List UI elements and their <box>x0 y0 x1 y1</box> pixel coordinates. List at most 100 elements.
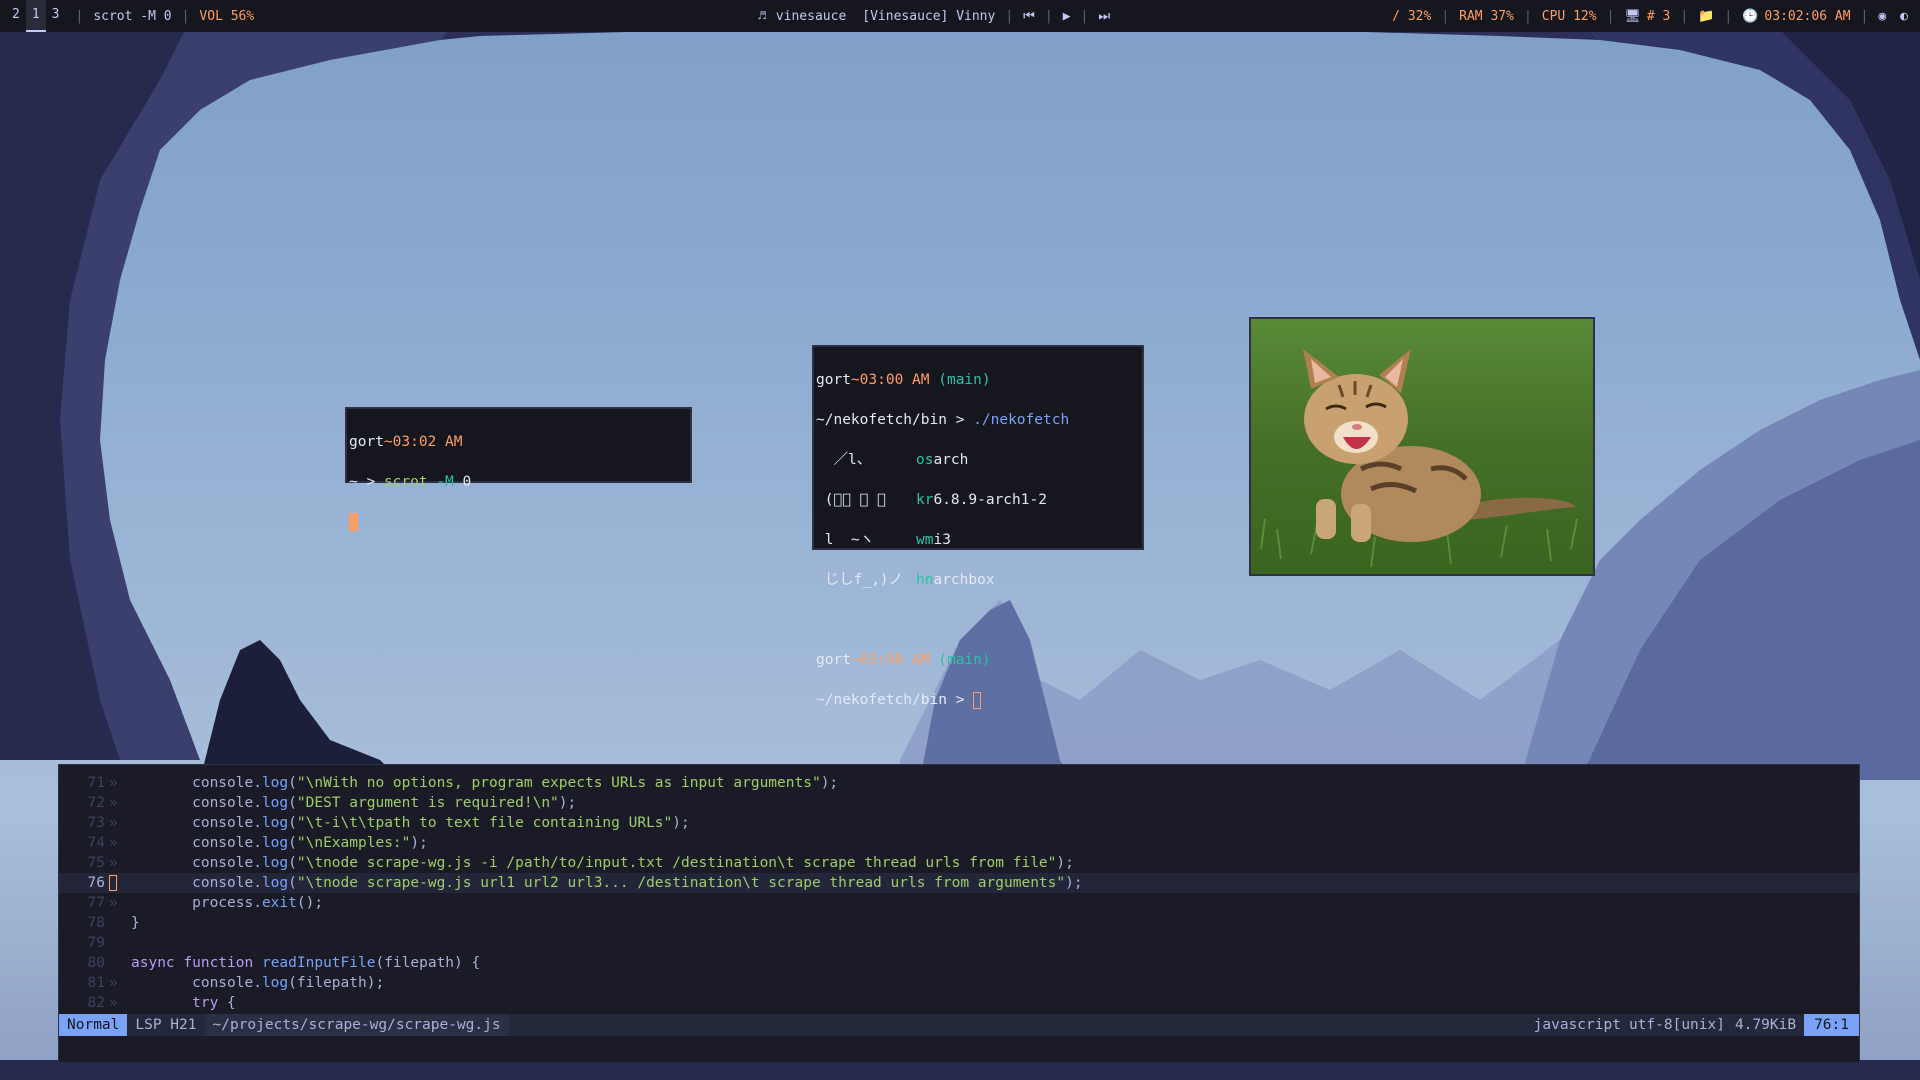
tab-marker: » <box>109 895 118 911</box>
code-line[interactable]: 77» process.exit(); <box>59 893 1859 913</box>
prompt-time: ~03:00 AM <box>850 652 930 668</box>
line-number: 81 <box>87 975 105 991</box>
code-line[interactable]: 81» console.log(filepath); <box>59 973 1859 993</box>
prompt-symbol: > <box>366 474 376 490</box>
code-line[interactable]: 72» console.log("DEST argument is requir… <box>59 793 1859 813</box>
monitor-icon: 🖥 <box>1624 8 1641 24</box>
previous-icon[interactable]: ⏮ <box>1023 9 1035 24</box>
prompt-symbol: > <box>955 412 965 428</box>
tab-marker: » <box>109 835 118 851</box>
clock-icon: 🕒 <box>1742 8 1759 24</box>
separator: | <box>1860 8 1869 24</box>
code-line[interactable]: 71» console.log("\nWith no options, prog… <box>59 773 1859 793</box>
terminal-cursor <box>973 691 982 709</box>
info-key: kr <box>916 492 934 508</box>
info-value: i3 <box>933 532 951 548</box>
separator: | <box>1680 8 1689 24</box>
code-line-current[interactable]: 76 console.log("\tnode scrape-wg.js url1… <box>59 873 1859 893</box>
code-editor[interactable]: 71» console.log("\nWith no options, prog… <box>58 764 1860 1062</box>
workspace-1[interactable]: 1 <box>25 0 46 32</box>
ascii-cat-line: (ﾟ､ ｡ ７ <box>816 492 886 508</box>
folder-icon[interactable]: 📁 <box>1698 9 1714 24</box>
file-encoding: utf-8[unix] <box>1628 1017 1725 1033</box>
tab-marker: » <box>109 815 118 831</box>
tab-marker: » <box>109 775 118 791</box>
clock: 03:02:06 AM <box>1764 8 1851 24</box>
prompt-user: gort <box>816 372 851 388</box>
workspace-2[interactable]: 2 <box>6 0 26 32</box>
separator: | <box>1606 8 1615 24</box>
steam-icon[interactable]: ◐ <box>1900 9 1908 24</box>
line-number: 77 <box>87 895 105 911</box>
command-name: scrot <box>383 474 428 490</box>
separator: | <box>1441 8 1450 24</box>
kitten-photo <box>1251 319 1593 574</box>
discord-icon[interactable]: ◉ <box>1878 9 1886 24</box>
cursor-position: 76:1 <box>1804 1014 1859 1036</box>
command-line[interactable] <box>59 1036 1859 1062</box>
info-value: arch <box>933 452 969 468</box>
cpu-usage: CPU 12% <box>1541 8 1597 24</box>
play-icon[interactable]: ▶ <box>1063 9 1071 24</box>
code-line[interactable]: 73» console.log("\t-i\t\tpath to text fi… <box>59 813 1859 833</box>
terminal-nekofetch[interactable]: gort~03:00 AM (main) ~/nekofetch/bin > .… <box>812 345 1144 709</box>
terminal-scrot[interactable]: gort~03:02 AM ~ > scrot -M 0 <box>345 407 692 531</box>
nekofetch-row: じしf_,)ノ hn archbox <box>816 570 1140 590</box>
code-line[interactable]: 78} <box>59 913 1859 933</box>
line-number: 79 <box>87 935 105 951</box>
code-line[interactable]: 75» console.log("\tnode scrape-wg.js -i … <box>59 853 1859 873</box>
command-flag: -M <box>436 474 454 490</box>
nekofetch-row: l ~ヽ wm i3 <box>816 530 1140 550</box>
separator: | <box>1724 8 1733 24</box>
vim-mode-indicator: Normal <box>59 1014 128 1036</box>
media-track-title: [Vinesauce] Vinny <box>862 8 996 24</box>
media-app-name: vinesauce <box>775 8 847 24</box>
file-path: ~/projects/scrape-wg/scrape-wg.js <box>204 1014 509 1036</box>
disk-usage: / 32% <box>1392 8 1432 24</box>
tab-marker: » <box>109 995 118 1011</box>
code-line[interactable]: 79 <box>59 933 1859 953</box>
code-line[interactable]: 82» try { <box>59 993 1859 1013</box>
code-line[interactable]: 80 async function readInputFile(filepath)… <box>59 953 1859 973</box>
next-icon[interactable]: ⏭ <box>1098 9 1110 24</box>
prompt-symbol: > <box>955 692 965 708</box>
git-branch: (main) <box>938 372 991 388</box>
separator: | <box>1080 8 1089 24</box>
editor-buffer[interactable]: 71» console.log("\nWith no options, prog… <box>59 773 1859 1013</box>
cursor-marker <box>109 873 121 893</box>
line-number: 75 <box>87 855 105 871</box>
code-line[interactable]: 74» console.log("\nExamples:"); <box>59 833 1859 853</box>
volume-indicator[interactable]: VOL 56% <box>199 9 254 24</box>
editor-statusline: Normal LSP H21 ~/projects/scrape-wg/scra… <box>59 1014 1859 1036</box>
workspace-3[interactable]: 3 <box>46 0 66 32</box>
prompt-cwd: ~/nekofetch/bin <box>816 412 947 428</box>
foreground-rock <box>200 640 400 780</box>
nekofetch-row: (ﾟ､ ｡ ７ kr 6.8.9-arch1-2 <box>816 490 1140 510</box>
info-key: os <box>916 452 934 468</box>
focused-window-title: scrot -M 0 <box>93 8 172 24</box>
separator: | <box>75 8 84 24</box>
lsp-status: LSP H21 <box>135 1017 197 1033</box>
prompt-user: gort <box>349 434 384 450</box>
prompt-time: ~03:00 AM <box>850 372 930 388</box>
line-number: 76 <box>87 875 105 891</box>
line-number: 74 <box>87 835 105 851</box>
system-stats: / 32% | RAM 37% | CPU 12% | 🖥 # 3 | 📁 | … <box>1392 0 1908 32</box>
info-value: archbox <box>933 572 995 588</box>
nekofetch-row: ／l、 os arch <box>816 450 1140 470</box>
info-value: 6.8.9-arch1-2 <box>933 492 1047 508</box>
ram-usage: RAM 37% <box>1459 8 1514 24</box>
line-number: 78 <box>87 915 105 931</box>
separator: | <box>1005 8 1014 24</box>
git-branch: (main) <box>938 652 991 668</box>
display-count: # 3 <box>1646 8 1671 24</box>
separator: | <box>1044 8 1053 24</box>
workspace-list: 2 1 3 <box>0 0 65 32</box>
image-viewer-kitten[interactable] <box>1249 317 1595 576</box>
info-key: hn <box>916 572 934 588</box>
ascii-cat-line: ／l、 <box>816 452 872 468</box>
line-number: 72 <box>87 795 105 811</box>
filetype: javascript <box>1533 1017 1621 1033</box>
prompt-user: gort <box>816 652 851 668</box>
line-number: 73 <box>87 815 105 831</box>
